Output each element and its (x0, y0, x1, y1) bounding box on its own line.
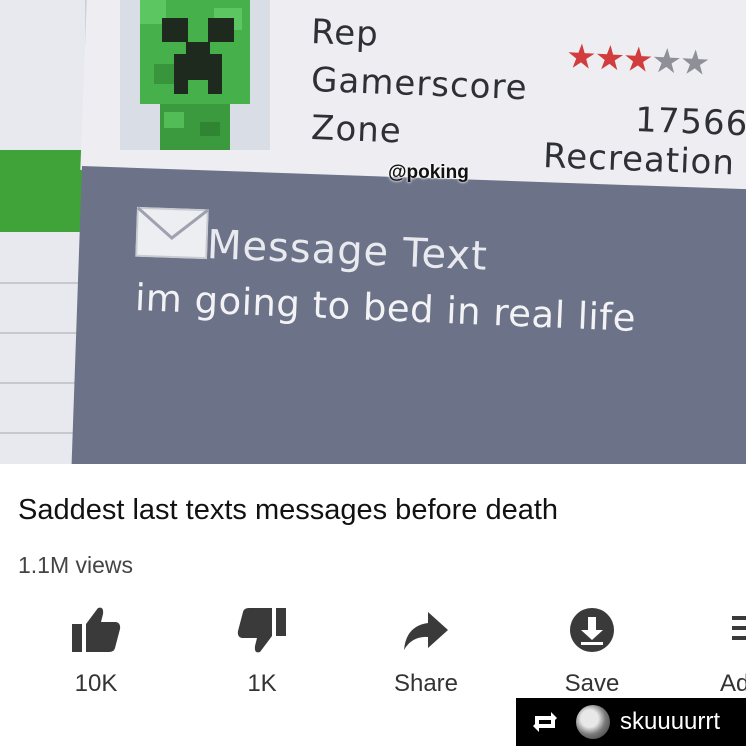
rep-label: Rep (310, 12, 380, 55)
star-empty-icon: ★ (678, 43, 710, 83)
gamerscore-label: Gamerscore (310, 60, 529, 109)
creeper-avatar (120, 0, 270, 150)
video-title: Saddest last texts messages before death (18, 494, 559, 526)
zone-value: Recreation (542, 136, 736, 184)
dislike-button[interactable]: 1K (202, 606, 322, 698)
download-circle-icon (570, 608, 614, 652)
gamerscore-value: 17566 (634, 100, 746, 145)
view-count: 1.1M views (18, 552, 134, 578)
thumbs-down-icon (237, 608, 286, 653)
reposter-avatar (576, 705, 610, 739)
creeper-icon (140, 0, 250, 150)
save-button[interactable]: Save (532, 606, 652, 698)
selected-menu-item (0, 150, 85, 232)
add-to-playlist-button[interactable]: Ad (694, 606, 746, 698)
like-button[interactable]: 10K (36, 606, 156, 698)
zone-label: Zone (310, 108, 403, 152)
add-label: Ad (720, 670, 746, 697)
repost-badge: skuuuurrt (516, 698, 746, 746)
repost-icon (533, 712, 557, 732)
like-count: 10K (74, 670, 118, 697)
video-actions: 10K 1K Share Save Ad (0, 606, 746, 706)
share-label: Share (393, 670, 459, 697)
share-button[interactable]: Share (366, 606, 486, 698)
reposter-username[interactable]: skuuuurrt (620, 708, 720, 736)
star-filled-icon: ★ (621, 40, 653, 80)
watermark: @poking (388, 162, 469, 183)
star-filled-icon: ★ (593, 38, 624, 79)
add-to-playlist-icon (732, 616, 746, 640)
star-filled-icon: ★ (565, 37, 596, 77)
share-arrow-icon (404, 612, 448, 650)
star-empty-icon: ★ (650, 41, 681, 82)
left-menu-strip (0, 0, 85, 464)
screen-photo: Rep Gamerscore Zone ★★★★★ 17566 Recreati… (0, 0, 746, 464)
rep-stars: ★★★★★ (565, 36, 709, 83)
envelope-icon (135, 206, 209, 260)
save-label: Save (564, 670, 620, 697)
thumbs-up-icon (72, 607, 121, 652)
dislike-count: 1K (247, 670, 277, 697)
